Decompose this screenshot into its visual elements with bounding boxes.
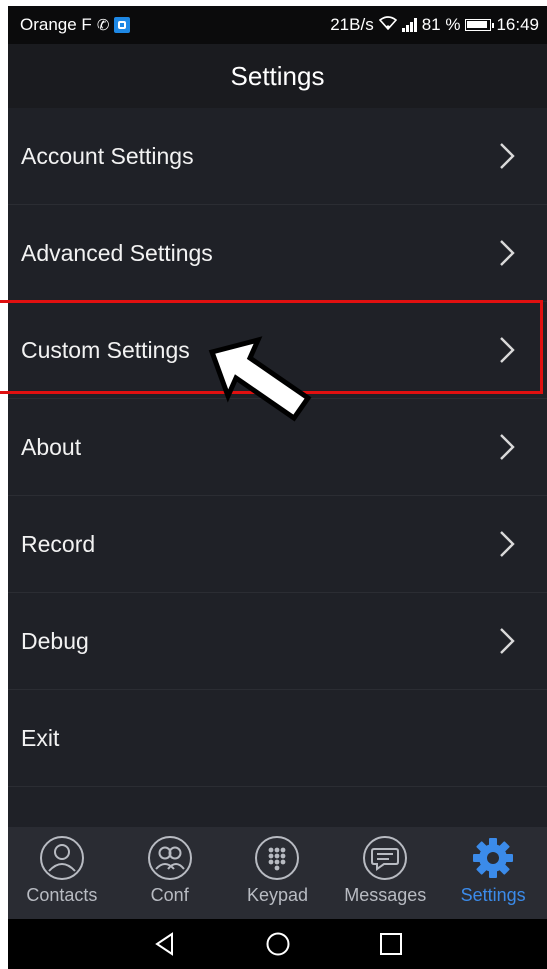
status-bar: Orange F ✆ 21B/s 81 % 16:49 (8, 6, 547, 44)
settings-menu: Account Settings Advanced Settings Custo… (8, 108, 547, 787)
menu-item-debug[interactable]: Debug (8, 593, 547, 690)
contacts-icon (39, 836, 84, 880)
menu-item-exit[interactable]: Exit (8, 690, 547, 787)
phone-screen: Orange F ✆ 21B/s 81 % 16:49 Settings Acc… (8, 6, 547, 969)
tab-contacts[interactable]: Contacts (8, 827, 116, 919)
menu-item-label: Exit (21, 724, 60, 751)
app-notification-icon (114, 17, 131, 33)
recent-apps-icon[interactable] (378, 931, 404, 957)
messages-icon (363, 836, 408, 880)
chevron-right-icon (500, 628, 515, 654)
menu-item-label: Debug (21, 627, 89, 654)
menu-item-account-settings[interactable]: Account Settings (8, 108, 547, 205)
tab-messages[interactable]: Messages (331, 827, 439, 919)
tab-label: Settings (460, 885, 526, 905)
chevron-right-icon (500, 531, 515, 557)
wifi-icon (378, 15, 397, 35)
page-title: Settings (8, 44, 547, 108)
carrier-name: Orange F (20, 15, 92, 34)
tab-conf[interactable]: Conf (116, 827, 224, 919)
tab-keypad[interactable]: Keypad (224, 827, 332, 919)
clock: 16:49 (496, 15, 539, 34)
back-icon[interactable] (152, 931, 178, 957)
menu-item-label: Account Settings (21, 142, 194, 169)
chevron-right-icon (500, 434, 515, 460)
battery-percent: 81 % (421, 15, 461, 34)
tab-label: Conf (150, 885, 189, 905)
gear-icon (473, 838, 514, 878)
menu-item-label: Advanced Settings (21, 239, 213, 266)
menu-item-record[interactable]: Record (8, 496, 547, 593)
battery-icon (465, 19, 495, 31)
menu-item-label: About (21, 433, 82, 460)
pointer-arrow-icon (208, 336, 312, 422)
chevron-right-icon (500, 240, 515, 266)
signal-icon (401, 18, 417, 32)
menu-item-label: Record (21, 530, 96, 557)
keypad-icon (255, 836, 300, 880)
menu-item-label: Custom Settings (21, 336, 190, 363)
network-speed: 21B/s (330, 15, 374, 34)
conference-icon (147, 836, 192, 880)
tab-settings[interactable]: Settings (439, 827, 547, 919)
tab-label: Keypad (246, 885, 309, 905)
tab-label: Contacts (26, 885, 98, 905)
tab-label: Messages (344, 885, 427, 905)
system-nav-bar (8, 919, 547, 969)
bottom-tab-bar: Contacts Conf Keypad Messages Settings (8, 827, 547, 919)
chevron-right-icon (500, 337, 515, 363)
chevron-right-icon (500, 143, 515, 169)
menu-item-advanced-settings[interactable]: Advanced Settings (8, 205, 547, 302)
wifi-calling-icon: ✆ (96, 17, 110, 34)
home-icon[interactable] (265, 931, 291, 957)
